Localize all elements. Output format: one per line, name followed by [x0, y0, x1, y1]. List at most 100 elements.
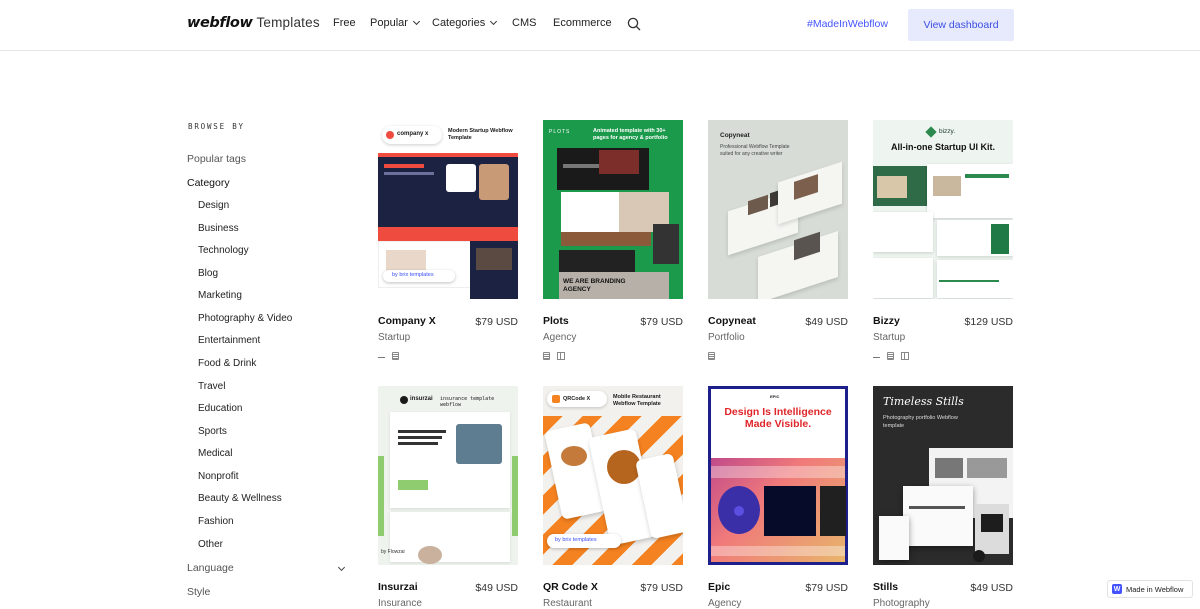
- layout-icon: [557, 352, 565, 360]
- cms-icon: [708, 352, 715, 360]
- template-name[interactable]: Copyneat: [708, 315, 756, 327]
- nav-cms-label: CMS: [512, 17, 537, 29]
- sidebar-item-medical[interactable]: Medical: [198, 448, 232, 459]
- template-name[interactable]: QR Code X: [543, 581, 598, 593]
- made-in-webflow-link[interactable]: #MadeInWebflow: [807, 18, 888, 30]
- template-thumbnail[interactable]: PLOTS Animated template with 30+ pages f…: [543, 120, 683, 299]
- thumb-badge: by Flowzai: [381, 549, 405, 555]
- browse-by-heading: BROWSE BY: [188, 122, 245, 131]
- sidebar-item-photography-video[interactable]: Photography & Video: [198, 313, 292, 324]
- template-price: $79 USD: [475, 316, 518, 328]
- thumb-headline: Photography portfolio Webflow template: [883, 415, 958, 429]
- cms-icon: [887, 352, 894, 360]
- chevron-down-icon: [412, 17, 420, 26]
- thumb-badge: by brix templates: [392, 272, 434, 278]
- logo-suffix: Templates: [256, 15, 320, 30]
- sidebar-item-fashion[interactable]: Fashion: [198, 516, 234, 527]
- template-thumbnail[interactable]: Timeless Stills Photography portfolio We…: [873, 386, 1013, 565]
- thumb-headline: insurance template webflow: [440, 396, 495, 408]
- template-category: Portfolio: [708, 332, 745, 343]
- template-thumbnail[interactable]: bizzy. All-in-one Startup UI Kit.: [873, 120, 1013, 299]
- template-card-company-x[interactable]: company x Modern Startup Webflow Templat…: [378, 120, 518, 370]
- made-in-webflow-label: Made in Webflow: [1126, 584, 1184, 594]
- sidebar-popular-tags[interactable]: Popular tags: [187, 153, 246, 165]
- feature-icons: [378, 352, 399, 360]
- sidebar-item-technology[interactable]: Technology: [198, 245, 249, 256]
- nav-free[interactable]: Free: [333, 17, 356, 29]
- chevron-down-icon[interactable]: [337, 563, 346, 572]
- thumb-logo: insurzai: [410, 396, 433, 402]
- made-in-webflow-badge[interactable]: W Made in Webflow: [1107, 580, 1193, 598]
- template-price: $129 USD: [964, 316, 1013, 328]
- sidebar-item-beauty-wellness[interactable]: Beauty & Wellness: [198, 493, 282, 504]
- sidebar-item-marketing[interactable]: Marketing: [198, 290, 242, 301]
- cart-icon: [378, 352, 385, 358]
- sidebar-item-education[interactable]: Education: [198, 403, 242, 414]
- template-price: $79 USD: [805, 582, 848, 594]
- sidebar-item-nonprofit[interactable]: Nonprofit: [198, 471, 239, 482]
- sidebar-item-entertainment[interactable]: Entertainment: [198, 335, 260, 346]
- template-name[interactable]: Insurzai: [378, 581, 418, 593]
- sidebar-item-food-drink[interactable]: Food & Drink: [198, 358, 256, 369]
- template-name[interactable]: Epic: [708, 581, 730, 593]
- thumb-logo: Timeless Stills: [883, 395, 964, 408]
- template-price: $49 USD: [805, 316, 848, 328]
- thumb-headline: Professional Webflow Template suited for…: [720, 144, 790, 157]
- thumb-logo: PLOTS: [549, 129, 571, 135]
- template-price: $49 USD: [475, 582, 518, 594]
- view-dashboard-button[interactable]: View dashboard: [908, 9, 1014, 41]
- template-thumbnail[interactable]: QRCode X Mobile Restaurant Webflow Templ…: [543, 386, 683, 565]
- nav-ecommerce[interactable]: Ecommerce: [553, 17, 612, 29]
- template-thumbnail[interactable]: Copyneat Professional Webflow Template s…: [708, 120, 848, 299]
- webflow-templates-logo[interactable]: webflow Templates: [187, 15, 320, 31]
- template-thumbnail[interactable]: insurzai insurance template webflow by F…: [378, 386, 518, 565]
- template-card-copyneat[interactable]: Copyneat Professional Webflow Template s…: [708, 120, 848, 370]
- thumb-headline: Mobile Restaurant Webflow Template: [613, 394, 661, 407]
- template-price: $79 USD: [640, 316, 683, 328]
- template-card-stills[interactable]: Timeless Stills Photography portfolio We…: [873, 386, 1013, 609]
- template-price: $49 USD: [970, 582, 1013, 594]
- sidebar-item-sports[interactable]: Sports: [198, 426, 227, 437]
- sidebar-language[interactable]: Language: [187, 562, 234, 574]
- sidebar-category[interactable]: Category: [187, 177, 230, 189]
- cms-icon: [392, 352, 399, 360]
- webflow-logo-icon: W: [1112, 584, 1122, 594]
- template-category: Startup: [378, 332, 411, 343]
- template-price: $79 USD: [640, 582, 683, 594]
- template-name[interactable]: Plots: [543, 315, 569, 327]
- nav-categories-label: Categories: [432, 17, 486, 29]
- thumb-logo: Copyneat: [720, 132, 750, 139]
- sidebar-item-travel[interactable]: Travel: [198, 381, 225, 392]
- sidebar-item-blog[interactable]: Blog: [198, 268, 218, 279]
- sidebar-style[interactable]: Style: [187, 586, 210, 598]
- template-thumbnail[interactable]: EPIC Design Is Intelligence Made Visible…: [708, 386, 848, 565]
- template-name[interactable]: Company X: [378, 315, 436, 327]
- template-card-epic[interactable]: EPIC Design Is Intelligence Made Visible…: [708, 386, 848, 609]
- template-card-qr-code-x[interactable]: QRCode X Mobile Restaurant Webflow Templ…: [543, 386, 683, 609]
- template-card-insurzai[interactable]: insurzai insurance template webflow by F…: [378, 386, 518, 609]
- thumb-tagline: WE ARE BRANDING AGENCY: [563, 278, 626, 293]
- sidebar-item-business[interactable]: Business: [198, 223, 239, 234]
- thumb-headline: Design Is Intelligence Made Visible.: [724, 406, 832, 430]
- nav-popular[interactable]: Popular: [370, 17, 420, 29]
- nav-ecommerce-label: Ecommerce: [553, 17, 612, 29]
- thumb-headline: All-in-one Startup UI Kit.: [891, 142, 995, 152]
- thumb-logo: EPIC: [770, 394, 780, 399]
- template-name[interactable]: Bizzy: [873, 315, 900, 327]
- template-thumbnail[interactable]: company x Modern Startup Webflow Templat…: [378, 120, 518, 299]
- cms-icon: [543, 352, 550, 360]
- template-card-plots[interactable]: PLOTS Animated template with 30+ pages f…: [543, 120, 683, 370]
- thumb-logo: company x: [397, 131, 429, 137]
- sidebar-item-other[interactable]: Other: [198, 539, 223, 550]
- template-card-bizzy[interactable]: bizzy. All-in-one Startup UI Kit. Bizzy …: [873, 120, 1013, 370]
- template-name[interactable]: Stills: [873, 581, 898, 593]
- nav-cms[interactable]: CMS: [512, 17, 536, 29]
- top-navbar: webflow Templates Free Popular Categorie…: [0, 0, 1200, 51]
- search-icon[interactable]: [627, 17, 641, 31]
- thumb-logo: bizzy.: [939, 128, 956, 135]
- template-category: Startup: [873, 332, 906, 343]
- nav-categories[interactable]: Categories: [432, 17, 498, 29]
- sidebar-item-design[interactable]: Design: [198, 200, 229, 211]
- logo-mark: webflow: [187, 15, 253, 31]
- thumb-badge: by brix templates: [555, 537, 597, 543]
